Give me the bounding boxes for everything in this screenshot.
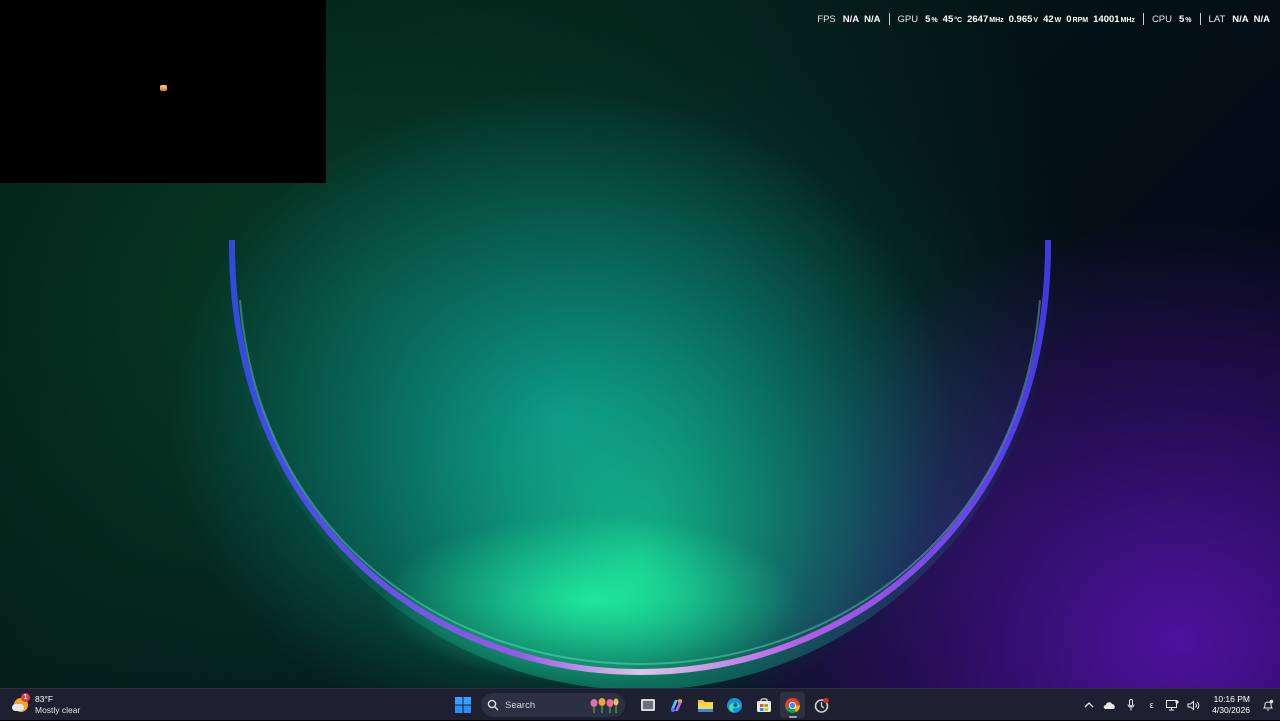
tulips-icon (590, 698, 619, 713)
gpu-clock-value: 2647 (967, 13, 989, 25)
cpu-label: CPU (1151, 13, 1172, 25)
gpu-usage: 5% (925, 14, 938, 25)
edge-button[interactable] (722, 692, 747, 718)
network-tray-button[interactable] (1162, 689, 1183, 721)
performance-overlay: FPS N/A N/A GPU 5% 45°C 2647MHz 0.965V 4… (809, 11, 1270, 27)
gpu-voltage-unit: V (1033, 16, 1039, 24)
gpu-power-value: 42 (1043, 13, 1054, 25)
taskbar-apps: Search (450, 692, 834, 718)
windows-logo-icon (454, 697, 471, 713)
taskbar: 1 83°F Mostly clear Search ε 10:16 PM 4/… (0, 688, 1280, 720)
gpu-voltage-value: 0.965 (1008, 13, 1033, 25)
gpu-usage-unit: % (931, 16, 938, 24)
gpu-clock: 2647MHz (967, 14, 1004, 25)
copilot-button[interactable] (664, 692, 689, 718)
chrome-button[interactable] (780, 692, 805, 718)
notifications-button[interactable] (1256, 689, 1280, 721)
cpu-group: CPU 5% (1144, 14, 1200, 25)
fps-value: N/A (842, 13, 860, 25)
clock-date: 4/30/2026 (1212, 705, 1250, 715)
cpu-usage-unit: % (1185, 16, 1192, 24)
weather-text: 83°F Mostly clear (35, 694, 80, 716)
weather-widget[interactable]: 1 83°F Mostly clear (12, 693, 80, 717)
app-button[interactable] (809, 692, 834, 718)
gpu-fan-value: 0 (1066, 13, 1072, 25)
file-explorer-button[interactable] (693, 692, 718, 718)
search-icon (487, 699, 499, 711)
edge-icon (727, 697, 742, 713)
weather-temperature: 83°F (35, 694, 54, 704)
notification-bell-icon (1262, 699, 1274, 711)
microphone-tray-button[interactable] (1120, 689, 1141, 721)
fps-group: FPS N/A N/A (809, 14, 888, 25)
fps-label: FPS (817, 13, 836, 25)
search-box[interactable]: Search (481, 693, 625, 717)
show-hidden-icons-button[interactable] (1078, 689, 1099, 721)
store-button[interactable] (751, 692, 776, 718)
gpu-label: GPU (897, 13, 919, 25)
gpu-fan-unit: RPM (1072, 16, 1089, 24)
desktop: FPS N/A N/A GPU 5% 45°C 2647MHz 0.965V 4… (0, 0, 1280, 688)
lat-label: LAT (1208, 13, 1226, 25)
store-icon (756, 698, 771, 712)
gpu-power-unit: W (1054, 16, 1062, 24)
volume-tray-button[interactable] (1183, 689, 1204, 721)
gpu-usage-value: 5 (925, 13, 931, 25)
copilot-icon (671, 698, 682, 712)
cpu-usage: 5% (1179, 14, 1192, 25)
overlay-window (0, 0, 326, 183)
gpu-group: GPU 5% 45°C 2647MHz 0.965V 42W 0RPM 1400… (890, 14, 1143, 25)
gpu-temp-value: 45 (942, 13, 954, 25)
input-indicator-label: ε (1149, 700, 1154, 710)
weather-description: Mostly clear (35, 705, 81, 715)
gpu-clock-unit: MHz (989, 16, 1004, 24)
cloud-shape (12, 704, 24, 711)
cloud-icon (1103, 701, 1115, 709)
app-icon (814, 697, 829, 713)
chrome-icon (785, 697, 800, 713)
gpu-fan: 0RPM (1066, 14, 1088, 25)
network-icon (1166, 699, 1179, 710)
gpu-temp-unit: °C (954, 16, 963, 24)
flame-icon (160, 85, 167, 91)
volume-icon (1187, 699, 1200, 711)
clock[interactable]: 10:16 PM 4/30/2026 (1204, 694, 1256, 716)
start-button[interactable] (450, 692, 475, 718)
weather-alert-badge: 1 (21, 693, 30, 702)
folder-icon (698, 699, 713, 712)
gpu-power: 42W (1043, 14, 1061, 25)
gpu-mem-clock-value: 14001 (1093, 13, 1120, 25)
system-tray: ε 10:16 PM 4/30/2026 (1078, 689, 1280, 721)
running-indicator (789, 716, 797, 718)
gpu-temp: 45°C (943, 14, 962, 25)
lat-group: LAT N/A N/A (1201, 14, 1270, 25)
gpu-mem-clock-unit: MHz (1120, 16, 1135, 24)
cpu-usage-value: 5 (1179, 13, 1185, 25)
fps-value-2: N/A (864, 13, 881, 25)
task-view-button[interactable] (635, 692, 660, 718)
lat-value-2: N/A (1253, 13, 1270, 25)
gpu-voltage: 0.965V (1009, 14, 1038, 25)
input-indicator[interactable]: ε (1141, 689, 1162, 721)
chevron-up-icon (1084, 702, 1094, 708)
gpu-mem-clock: 14001MHz (1093, 14, 1135, 25)
lat-value: N/A (1232, 13, 1249, 25)
onedrive-tray-button[interactable] (1099, 689, 1120, 721)
microphone-icon (1127, 699, 1135, 711)
search-label: Search (505, 699, 536, 711)
clock-time: 10:16 PM (1213, 694, 1250, 704)
task-view-icon (640, 699, 655, 711)
partly-cloudy-night-icon: 1 (12, 693, 30, 714)
